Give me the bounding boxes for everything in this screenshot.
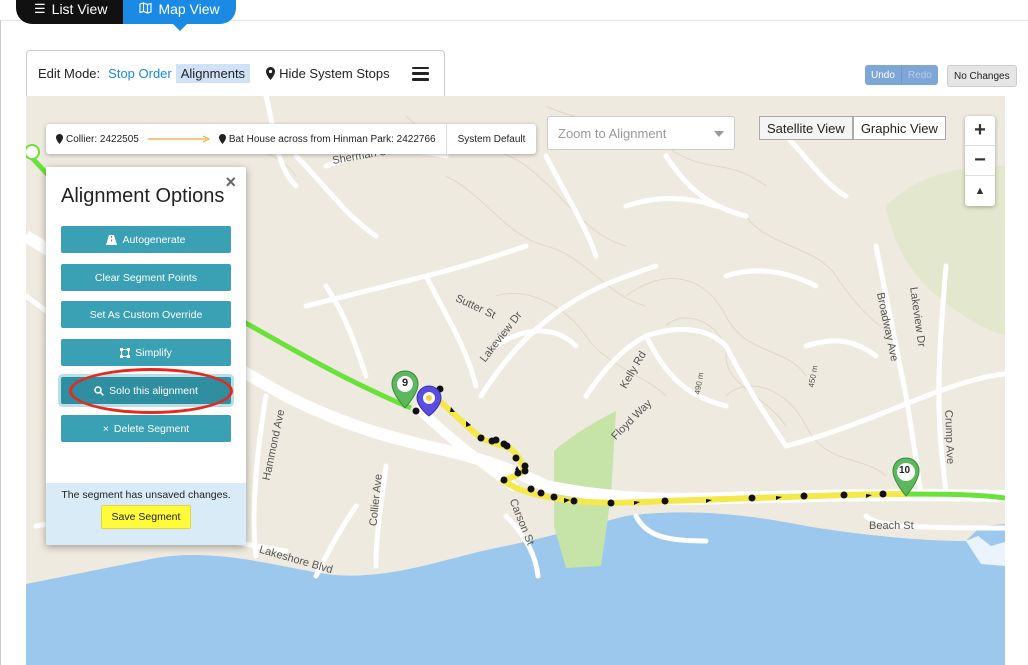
map-pin-icon	[56, 134, 63, 144]
set-custom-override-button[interactable]: Set As Custom Override	[61, 301, 231, 328]
segment-to: Bat House across from Hinman Park: 24227…	[228, 133, 436, 145]
zoom-in-button[interactable]: +	[965, 116, 995, 146]
no-changes-button[interactable]: No Changes	[947, 65, 1017, 87]
street-label: Beach St	[869, 520, 914, 532]
autogenerate-label: Autogenerate	[122, 233, 186, 246]
solo-alignment-button[interactable]: Solo this alignment	[61, 377, 231, 404]
map-pin-icon	[266, 67, 276, 80]
map-type-toggle: Satellite View Graphic View	[759, 116, 946, 140]
panel-title: Alignment Options	[61, 185, 225, 207]
clear-segment-points-button[interactable]: Clear Segment Points	[61, 264, 231, 291]
segment-from: Collier: 2422505	[66, 133, 139, 145]
zoom-to-alignment-placeholder: Zoom to Alignment	[558, 125, 667, 141]
list-view-label: List View	[51, 1, 108, 17]
menu-icon[interactable]	[411, 66, 429, 81]
delete-segment-label: Delete Segment	[113, 422, 190, 435]
zoom-to-alignment-select[interactable]: Zoom to Alignment	[547, 116, 735, 150]
save-segment-button[interactable]: Save Segment	[100, 505, 192, 529]
arrow-right-icon	[147, 134, 211, 144]
graphic-view-button[interactable]: Graphic View	[852, 116, 946, 140]
chevron-down-icon	[714, 131, 724, 137]
undo-redo-group: Undo Redo	[865, 65, 938, 85]
hide-system-stops-label: Hide System Stops	[279, 66, 390, 81]
app-root: ☰ List View Map View Edit Mode: Stop Ord…	[0, 0, 1028, 665]
map-pin-icon	[218, 134, 226, 144]
road-icon	[106, 234, 118, 245]
delete-segment-button[interactable]: × Delete Segment	[61, 415, 231, 442]
hide-system-stops-toggle[interactable]: Hide System Stops	[266, 66, 390, 81]
clear-segment-points-label: Clear Segment Points	[94, 271, 198, 284]
search-icon	[94, 385, 105, 396]
segment-endpoints: Collier: 2422505 Bat House across from H…	[46, 124, 446, 154]
compass-icon[interactable]: ▲	[965, 176, 995, 206]
autogenerate-button[interactable]: Autogenerate	[61, 226, 231, 253]
zoom-controls: + − ▲	[965, 116, 995, 206]
close-icon: ×	[102, 422, 109, 435]
zoom-out-button[interactable]: −	[965, 146, 995, 176]
solo-alignment-label: Solo this alignment	[109, 384, 198, 397]
stop-order-tab[interactable]: Stop Order	[108, 66, 172, 81]
simplify-button[interactable]: Simplify	[61, 339, 231, 366]
unsaved-changes-footer: The segment has unsaved changes. Save Se…	[46, 483, 246, 545]
simplify-label: Simplify	[135, 346, 172, 359]
stop-9-label: 9	[402, 377, 409, 389]
edit-mode-bar: Edit Mode: Stop Order Alignments Hide Sy…	[26, 50, 445, 96]
segment-route-bar: Collier: 2422505 Bat House across from H…	[46, 124, 537, 154]
set-custom-override-label: Set As Custom Override	[89, 308, 203, 321]
satellite-view-button[interactable]: Satellite View	[759, 116, 853, 140]
map-view-button[interactable]: Map View	[123, 0, 236, 31]
alignment-options-panel: × Alignment Options Autogenerate Clear S…	[46, 167, 246, 545]
map-icon	[139, 1, 152, 17]
list-view-button[interactable]: ☰ List View	[16, 0, 124, 24]
close-icon[interactable]: ×	[225, 172, 236, 193]
street-label: Crump Ave	[942, 409, 957, 465]
alignments-tab[interactable]: Alignments	[175, 64, 251, 83]
unsaved-changes-message: The segment has unsaved changes.	[61, 489, 231, 501]
vector-square-icon	[120, 347, 131, 358]
map-view-label: Map View	[158, 1, 220, 17]
undo-button[interactable]: Undo	[865, 65, 901, 85]
redo-button[interactable]: Redo	[900, 65, 938, 85]
stop-10-label: 10	[899, 465, 911, 476]
edit-mode-label: Edit Mode:	[38, 66, 101, 81]
view-toggle: ☰ List View Map View	[16, 0, 236, 31]
list-icon: ☰	[34, 1, 46, 16]
route-line-yellow	[424, 386, 907, 506]
routing-mode-button[interactable]: System Default	[445, 124, 537, 154]
